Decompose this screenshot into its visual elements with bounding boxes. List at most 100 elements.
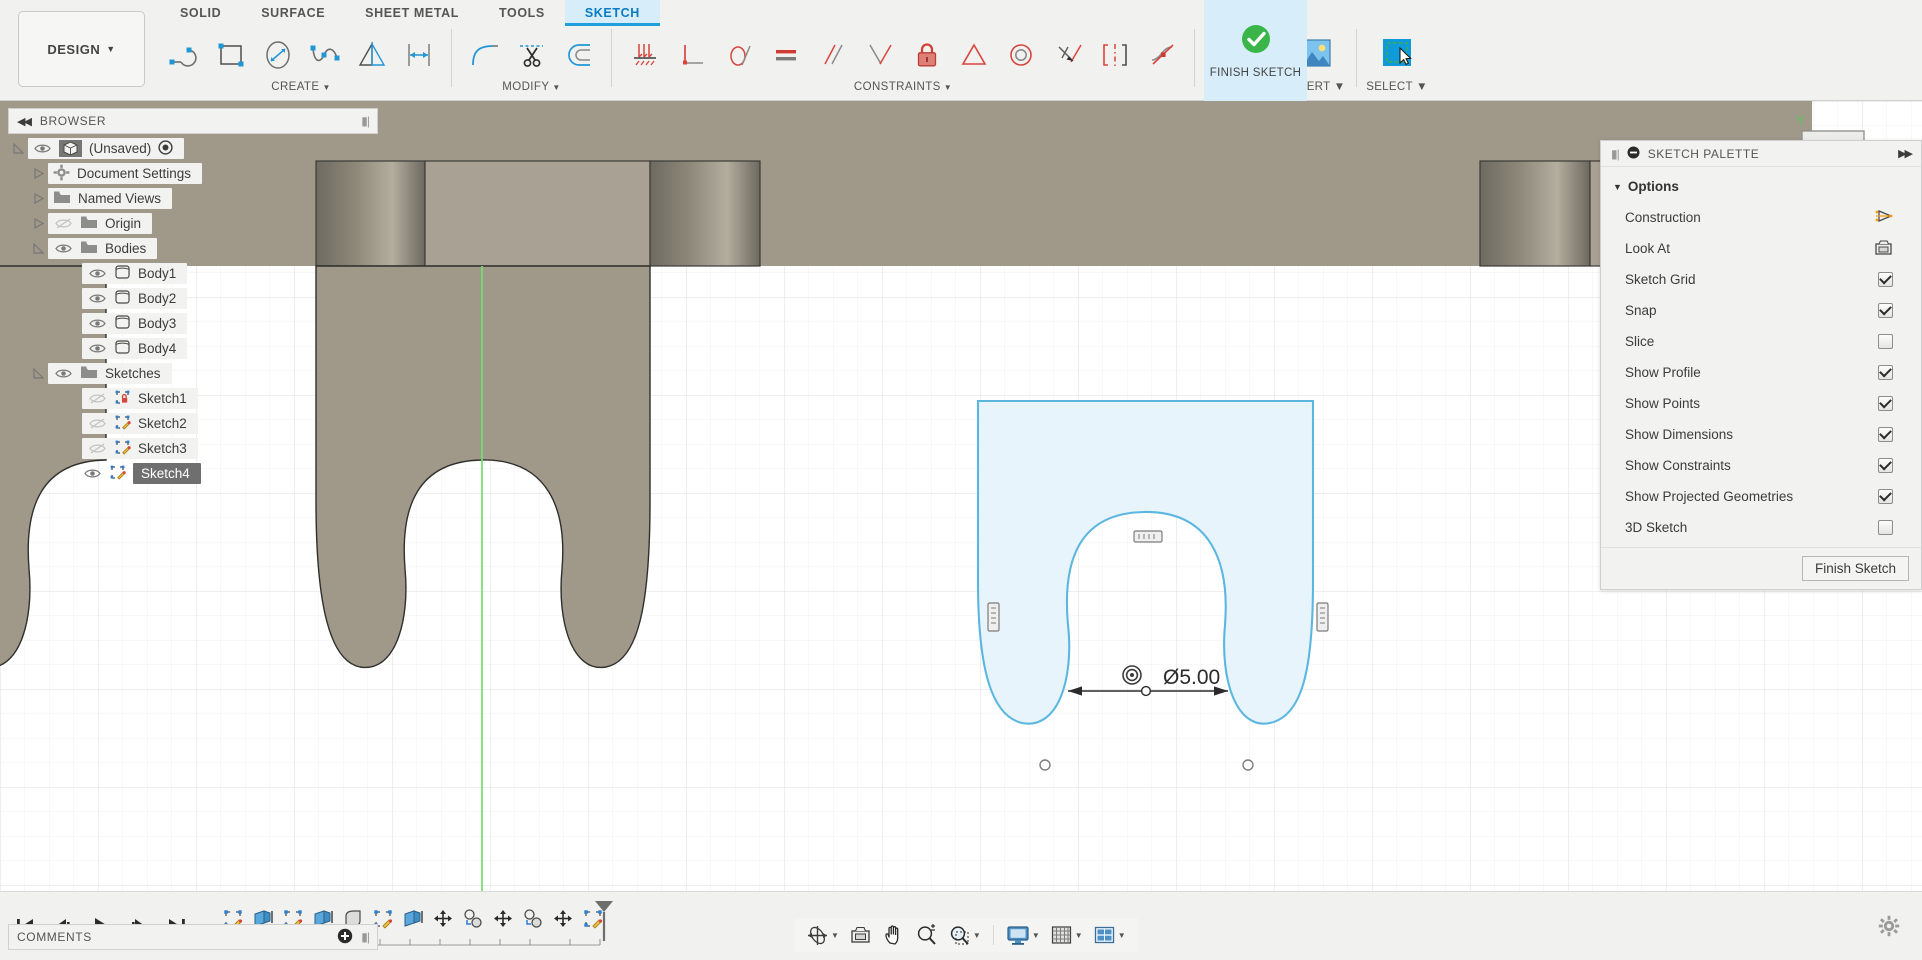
orbit-button[interactable]: ▼: [802, 921, 843, 950]
palette-row-show-constraints[interactable]: Show Constraints: [1601, 450, 1921, 481]
tree-node-body4[interactable]: Body4: [8, 336, 378, 361]
chevron-down-icon[interactable]: ▼: [552, 83, 560, 92]
visibility-eye-icon[interactable]: [82, 467, 102, 480]
tree-item-named-views[interactable]: Named Views: [48, 188, 172, 209]
hole-point-left[interactable]: [1040, 760, 1050, 770]
tree-item-document-settings[interactable]: Document Settings: [48, 163, 202, 184]
look-at-button[interactable]: [845, 921, 876, 949]
expand-triangle-icon[interactable]: [28, 168, 48, 179]
sketch-palette-header[interactable]: ▮| SKETCH PALETTE ▶▶: [1601, 141, 1921, 167]
tree-item-body4[interactable]: Body4: [82, 338, 187, 359]
chevron-down-icon[interactable]: ▼: [944, 83, 952, 92]
visibility-eye-icon[interactable]: [87, 292, 107, 305]
tree-item-origin[interactable]: Origin: [48, 213, 152, 234]
display-settings-button[interactable]: ▼: [1002, 921, 1044, 949]
show-dimensions-checkbox[interactable]: [1878, 427, 1893, 442]
expand-triangle-icon[interactable]: [28, 193, 48, 204]
tree-node-sketch4[interactable]: Sketch4: [8, 461, 378, 486]
zoom-button[interactable]: [911, 921, 942, 950]
add-comment-icon[interactable]: [337, 928, 353, 947]
construction-icon[interactable]: [1874, 208, 1893, 227]
gear-icon[interactable]: [1878, 915, 1900, 940]
tree-item-label[interactable]: Sketch4: [133, 463, 201, 484]
sketch-grid-checkbox[interactable]: [1878, 272, 1893, 287]
concentric-constraint[interactable]: [997, 28, 1044, 82]
visibility-eye-off-icon[interactable]: [87, 392, 107, 405]
tree-item-body1[interactable]: Body1: [82, 263, 187, 284]
palette-row-show-dimensions[interactable]: Show Dimensions: [1601, 419, 1921, 450]
visibility-eye-icon[interactable]: [32, 142, 52, 155]
tree-node-sketches[interactable]: Sketches: [8, 361, 378, 386]
tab-sketch[interactable]: SKETCH: [565, 0, 660, 26]
palette-row-sketch-grid[interactable]: Sketch Grid: [1601, 264, 1921, 295]
tree-node-sketch1[interactable]: Sketch1: [8, 386, 378, 411]
tree-node-bodies[interactable]: Bodies: [8, 236, 378, 261]
tree-item-bodies[interactable]: Bodies: [48, 238, 157, 259]
visibility-eye-icon[interactable]: [53, 367, 73, 380]
sketch-profile-region[interactable]: [978, 401, 1313, 724]
fillet-tool[interactable]: [461, 28, 508, 82]
fix-unfix-constraint[interactable]: [903, 28, 950, 82]
tree-node-body2[interactable]: Body2: [8, 286, 378, 311]
expand-triangle-icon[interactable]: [28, 243, 48, 254]
tree-node-body1[interactable]: Body1: [8, 261, 378, 286]
grid-snaps-button[interactable]: ▼: [1046, 921, 1087, 949]
tree-node-origin[interactable]: Origin: [8, 211, 378, 236]
mirror-tool[interactable]: [348, 28, 395, 82]
offset-tool[interactable]: [555, 28, 602, 82]
finish-sketch-button[interactable]: FINISH SKETCH: [1204, 0, 1307, 101]
expand-triangle-icon[interactable]: [28, 218, 48, 229]
collapse-browser-icon[interactable]: ◀◀: [17, 115, 30, 128]
sketch-dimension-tool[interactable]: [395, 28, 442, 82]
timeline-end-marker[interactable]: [592, 899, 616, 945]
tree-item-sketch1[interactable]: Sketch1: [82, 388, 198, 409]
visibility-eye-icon[interactable]: [87, 342, 107, 355]
show-profile-checkbox[interactable]: [1878, 365, 1893, 380]
tree-item-sketch4-row[interactable]: Sketch4: [82, 463, 201, 484]
timeline-move-1[interactable]: [430, 903, 456, 933]
vertical-constraint-glyph-right[interactable]: [1317, 603, 1328, 631]
palette-row-3d-sketch[interactable]: 3D Sketch: [1601, 512, 1921, 543]
slice-checkbox[interactable]: [1878, 334, 1893, 349]
chevron-down-icon[interactable]: ▼: [831, 931, 839, 940]
activate-component-icon[interactable]: [158, 140, 173, 158]
curvature-constraint[interactable]: [1138, 28, 1185, 82]
browser-resize-grip[interactable]: ▮|: [361, 114, 369, 128]
palette-drag-grip[interactable]: ▮|: [1611, 147, 1619, 161]
tree-item-unsaved[interactable]: (Unsaved): [28, 138, 184, 159]
equal-constraint[interactable]: [762, 28, 809, 82]
symmetry-constraint[interactable]: [1091, 28, 1138, 82]
timeline-copy-1[interactable]: [460, 903, 486, 933]
palette-row-look-at[interactable]: Look At: [1601, 233, 1921, 264]
palette-row-show-points[interactable]: Show Points: [1601, 388, 1921, 419]
look-at-camera-icon[interactable]: [1874, 239, 1893, 259]
zoom-window-button[interactable]: ▼: [944, 921, 985, 950]
tree-node-sketch3[interactable]: Sketch3: [8, 436, 378, 461]
horizontal-constraint-glyph[interactable]: [1134, 531, 1162, 542]
collinear-constraint[interactable]: [856, 28, 903, 82]
palette-row-slice[interactable]: Slice: [1601, 326, 1921, 357]
browser-panel[interactable]: ◀◀ BROWSER ▮| (Unsaved): [8, 108, 378, 486]
expand-triangle-icon[interactable]: [28, 368, 48, 379]
tab-surface[interactable]: SURFACE: [241, 0, 345, 26]
ellipse-tool[interactable]: [254, 28, 301, 82]
finish-sketch-palette-button[interactable]: Finish Sketch: [1802, 556, 1909, 581]
chevron-down-icon[interactable]: ▼: [1032, 931, 1040, 940]
snap-checkbox[interactable]: [1878, 303, 1893, 318]
tree-node-body3[interactable]: Body3: [8, 311, 378, 336]
show-constraints-checkbox[interactable]: [1878, 458, 1893, 473]
palette-row-construction[interactable]: Construction: [1601, 202, 1921, 233]
visibility-eye-off-icon[interactable]: [53, 217, 73, 230]
visibility-eye-icon[interactable]: [87, 267, 107, 280]
timeline-move-2[interactable]: [490, 903, 516, 933]
parallel-constraint[interactable]: [809, 28, 856, 82]
options-section-header[interactable]: ▼ Options: [1601, 173, 1921, 202]
chevron-down-icon[interactable]: ▼: [1416, 81, 1428, 93]
chevron-down-icon[interactable]: ▼: [1075, 931, 1083, 940]
perpendicular-constraint[interactable]: [668, 28, 715, 82]
chevron-down-icon[interactable]: ▼: [322, 83, 330, 92]
tree-item-sketches[interactable]: Sketches: [48, 363, 172, 384]
horizontal-vertical-constraint[interactable]: [621, 28, 668, 82]
palette-row-snap[interactable]: Snap: [1601, 295, 1921, 326]
hole-point-right[interactable]: [1243, 760, 1253, 770]
